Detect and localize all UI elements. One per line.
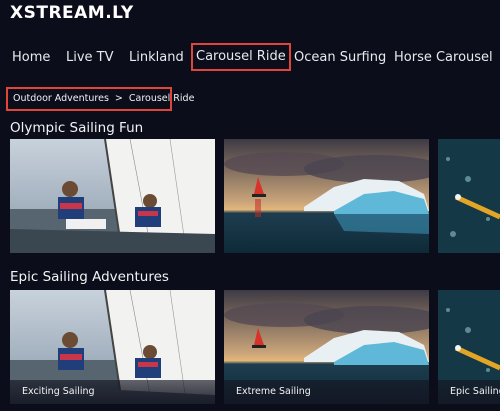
ocean-kayak-image <box>438 139 500 253</box>
nav-item-carousel-ride[interactable]: Carousel Ride <box>191 43 291 71</box>
iceberg-sailboat-image <box>224 139 429 253</box>
video-tile[interactable] <box>224 139 429 253</box>
sailing-dinghy-image <box>10 139 215 253</box>
app-logo[interactable]: XSTREAM.LY <box>10 3 134 23</box>
nav-item-horse-carousel[interactable]: Horse Carousel <box>394 50 493 66</box>
video-tile[interactable]: Exciting Sailing <box>10 290 215 404</box>
row-title: Olympic Sailing Fun <box>10 120 144 136</box>
video-tile[interactable] <box>10 139 215 253</box>
nav-item-linkland[interactable]: Linkland <box>129 50 184 66</box>
tile-caption: Extreme Sailing <box>224 380 429 404</box>
row-title: Epic Sailing Adventures <box>10 269 169 285</box>
nav-item-home[interactable]: Home <box>12 50 50 66</box>
breadcrumb: Outdoor Adventures > Carousel Ride <box>6 87 194 111</box>
breadcrumb-item-carousel-ride[interactable]: Carousel Ride <box>129 93 195 104</box>
nav-item-live-tv[interactable]: Live TV <box>66 50 114 66</box>
video-tile[interactable]: Epic Sailing <box>438 290 500 404</box>
tile-caption: Exciting Sailing <box>10 380 215 404</box>
breadcrumb-separator: > <box>114 93 123 104</box>
video-tile[interactable] <box>438 139 500 253</box>
nav-item-ocean-surfing[interactable]: Ocean Surfing <box>294 50 386 66</box>
breadcrumb-item-outdoor-adventures[interactable]: Outdoor Adventures <box>13 93 109 104</box>
video-tile[interactable]: Extreme Sailing <box>224 290 429 404</box>
tile-caption: Epic Sailing <box>438 380 500 404</box>
